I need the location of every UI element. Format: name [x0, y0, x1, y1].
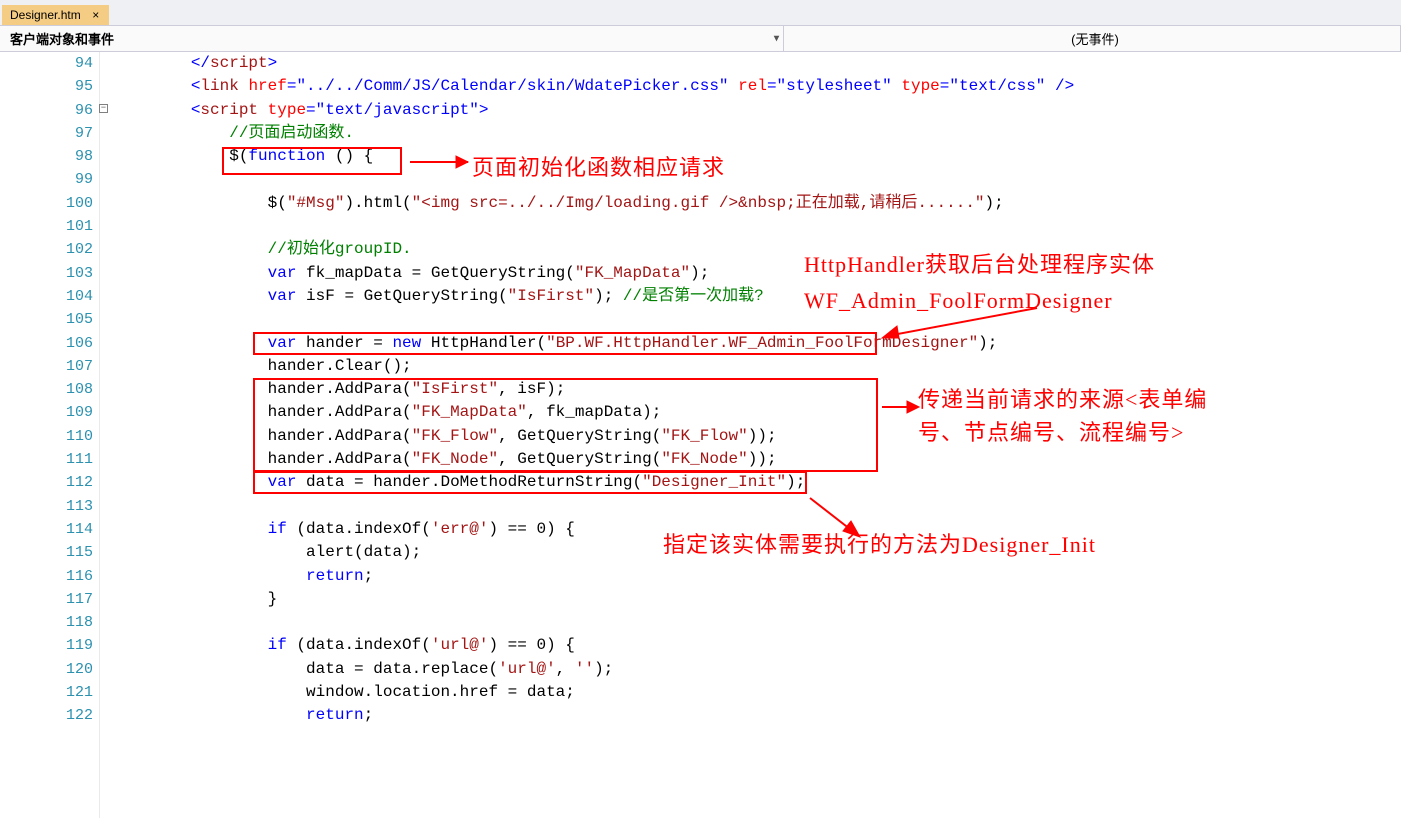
line-number: 112 [0, 471, 93, 494]
code-line [114, 495, 1401, 518]
dropdown-row: 客户端对象和事件 ▾ (无事件) [0, 26, 1401, 52]
code-line: var isF = GetQueryString("IsFirst"); //是… [114, 285, 1401, 308]
file-tab[interactable]: Designer.htm × [2, 5, 109, 25]
line-number: 114 [0, 518, 93, 541]
line-number: 110 [0, 425, 93, 448]
event-dropdown[interactable]: (无事件) [784, 26, 1401, 51]
line-number: 102 [0, 238, 93, 261]
code-line: if (data.indexOf('err@') == 0) { [114, 518, 1401, 541]
code-line: data = data.replace('url@', ''); [114, 658, 1401, 681]
line-number: 108 [0, 378, 93, 401]
code-line: $(function () { [114, 145, 1401, 168]
code-line: var fk_mapData = GetQueryString("FK_MapD… [114, 262, 1401, 285]
line-number: 94 [0, 52, 93, 75]
code-line: <script type="text/javascript"> [114, 99, 1401, 122]
code-line: } [114, 588, 1401, 611]
code-line: <link href="../../Comm/JS/Calendar/skin/… [114, 75, 1401, 98]
code-line: hander.AddPara("IsFirst", isF); [114, 378, 1401, 401]
line-number: 107 [0, 355, 93, 378]
line-number: 115 [0, 541, 93, 564]
code-line: //初始化groupID. [114, 238, 1401, 261]
line-number: 99 [0, 168, 93, 191]
code-line: return; [114, 704, 1401, 727]
line-number: 106 [0, 332, 93, 355]
line-number: 120 [0, 658, 93, 681]
code-line: window.location.href = data; [114, 681, 1401, 704]
code-line: //页面启动函数. [114, 122, 1401, 145]
gutter: 94 95 96 97 98 99 100 101 102 103 104 10… [0, 52, 100, 818]
code-line: if (data.indexOf('url@') == 0) { [114, 634, 1401, 657]
line-number: 116 [0, 565, 93, 588]
code-line: return; [114, 565, 1401, 588]
code-line [114, 168, 1401, 191]
line-number: 111 [0, 448, 93, 471]
code-line: hander.Clear(); [114, 355, 1401, 378]
line-number: 101 [0, 215, 93, 238]
line-number: 98 [0, 145, 93, 168]
tab-bar: Designer.htm × [0, 0, 1401, 26]
code-line: hander.AddPara("FK_Flow", GetQueryString… [114, 425, 1401, 448]
code-line: var data = hander.DoMethodReturnString("… [114, 471, 1401, 494]
line-number: 105 [0, 308, 93, 331]
line-number: 121 [0, 681, 93, 704]
code-line: alert(data); [114, 541, 1401, 564]
line-number: 96 [0, 99, 93, 122]
line-number: 117 [0, 588, 93, 611]
code-line: hander.AddPara("FK_MapData", fk_mapData)… [114, 401, 1401, 424]
line-number: 113 [0, 495, 93, 518]
code-line: var hander = new HttpHandler("BP.WF.Http… [114, 332, 1401, 355]
event-dropdown-label: (无事件) [1071, 29, 1119, 48]
line-number: 109 [0, 401, 93, 424]
tab-title: Designer.htm [10, 8, 81, 22]
line-number: 103 [0, 262, 93, 285]
code-area[interactable]: </script> <link href="../../Comm/JS/Cale… [100, 52, 1401, 818]
line-number: 104 [0, 285, 93, 308]
line-number: 122 [0, 704, 93, 727]
close-icon[interactable]: × [89, 8, 103, 22]
line-number: 97 [0, 122, 93, 145]
object-dropdown-label: 客户端对象和事件 [10, 29, 114, 48]
line-number: 95 [0, 75, 93, 98]
code-editor[interactable]: 94 95 96 97 98 99 100 101 102 103 104 10… [0, 52, 1401, 818]
chevron-down-icon: ▾ [774, 33, 779, 44]
code-line: hander.AddPara("FK_Node", GetQueryString… [114, 448, 1401, 471]
line-number: 119 [0, 634, 93, 657]
code-line [114, 611, 1401, 634]
code-line: $("#Msg").html("<img src=../../Img/loadi… [114, 192, 1401, 215]
code-line [114, 215, 1401, 238]
line-number: 118 [0, 611, 93, 634]
code-line: </script> [114, 52, 1401, 75]
code-line [114, 308, 1401, 331]
object-dropdown[interactable]: 客户端对象和事件 ▾ [0, 26, 784, 51]
line-number: 100 [0, 192, 93, 215]
